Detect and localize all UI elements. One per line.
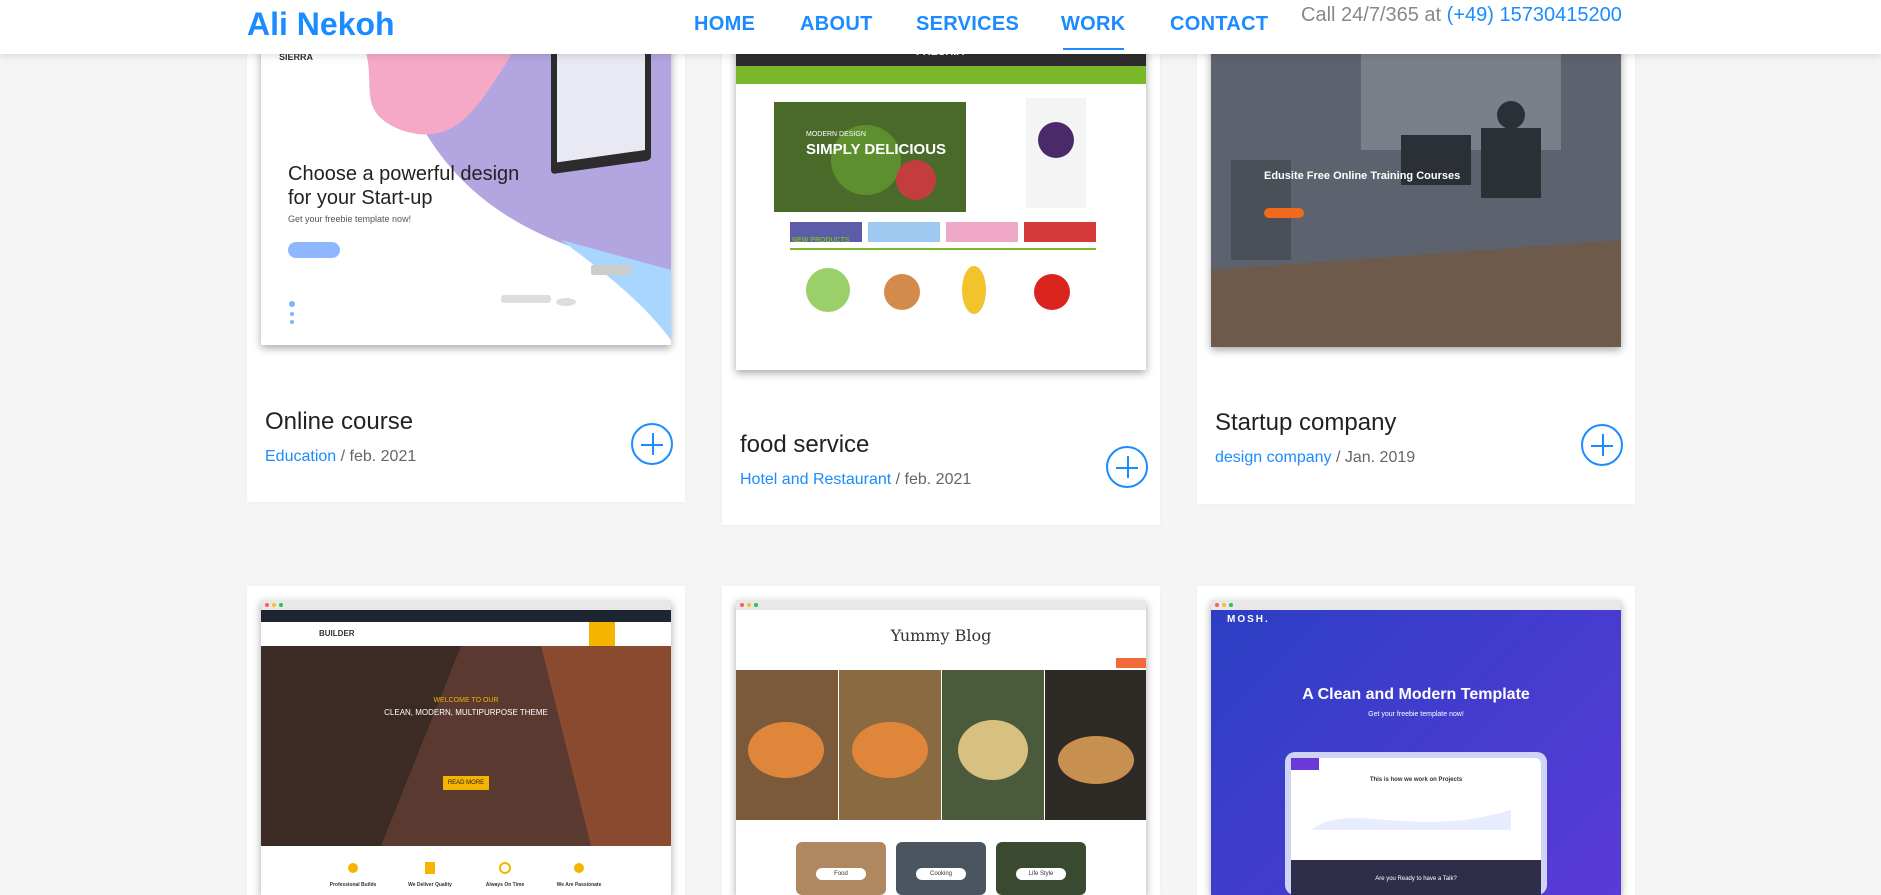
thumb-inner-title: This is how we work on Projects xyxy=(1369,777,1463,783)
project-card[interactable]: MOSH. A Clean and Modern Template Get yo… xyxy=(1197,586,1635,895)
top-navbar: Ali Nekoh HOME ABOUT SERVICES WORK CONTA… xyxy=(0,0,1881,54)
thumb-feature: Always On Time xyxy=(485,882,525,888)
brand-logo[interactable]: Ali Nekoh xyxy=(247,7,395,41)
project-thumbnail[interactable]: MOSH. A Clean and Modern Template Get yo… xyxy=(1211,600,1621,895)
project-card[interactable]: BUILDER WELCOME TO OUR CLEAN, MODERN, MU… xyxy=(247,586,685,895)
nav-about[interactable]: ABOUT xyxy=(800,13,873,35)
thumb-small: WELCOME TO OUR xyxy=(433,697,499,704)
project-date: Jan. 2019 xyxy=(1344,449,1416,466)
project-card[interactable]: Edusite Free Online Training Courses Sta… xyxy=(1197,0,1635,504)
project-title[interactable]: Online course xyxy=(265,409,413,435)
project-card[interactable]: SIERRA Choose a powerful design for your… xyxy=(247,0,685,502)
project-category[interactable]: Education xyxy=(265,448,336,465)
project-thumbnail[interactable]: BUILDER WELCOME TO OUR CLEAN, MODERN, MU… xyxy=(261,600,671,895)
thumb-headline: Choose a powerful design for your Start-… xyxy=(288,163,520,209)
project-card[interactable]: FRESHIA MODERN DESIGN SIMPLY DELICIOUS N… xyxy=(722,0,1160,525)
thumbnail-graphic xyxy=(261,600,671,874)
project-category[interactable]: Hotel and Restaurant xyxy=(740,471,891,488)
project-date: feb. 2021 xyxy=(349,448,417,465)
call-info: Call 24/7/365 at (+49) 15730415200 xyxy=(1301,4,1622,26)
project-meta: Education / feb. 2021 xyxy=(265,448,417,465)
thumb-section: NEW PRODUCTS xyxy=(792,237,850,244)
thumbnail-graphic xyxy=(736,40,1146,314)
thumb-subtitle: Get your freebie template now! xyxy=(1368,711,1464,718)
thumb-feature: We Are Passionate xyxy=(556,882,602,888)
thumb-hero: SIMPLY DELICIOUS xyxy=(806,141,947,158)
thumb-subtitle: Get your freebie template now! xyxy=(288,214,412,224)
project-title[interactable]: Startup company xyxy=(1215,410,1396,436)
phone-link[interactable]: (+49) 15730415200 xyxy=(1447,4,1622,26)
thumb-logo: Yummy Blog xyxy=(890,626,992,645)
call-prefix: Call 24/7/365 at xyxy=(1301,4,1442,26)
project-thumbnail[interactable]: SIERRA Choose a powerful design for your… xyxy=(261,40,671,345)
project-meta: design company / Jan. 2019 xyxy=(1215,449,1416,466)
project-category[interactable]: design company xyxy=(1215,449,1332,466)
thumb-tag: Life Style xyxy=(1028,871,1054,877)
thumb-feature: Professional Builds xyxy=(329,882,377,888)
project-thumbnail[interactable]: Edusite Free Online Training Courses xyxy=(1211,40,1621,347)
thumb-logo: MOSH. xyxy=(1227,614,1270,625)
thumb-tag: Cooking xyxy=(929,871,952,877)
project-thumbnail[interactable]: Yummy Blog Food Cooking Life Style xyxy=(736,600,1146,895)
nav-services[interactable]: SERVICES xyxy=(916,13,1019,35)
thumb-logo: BUILDER xyxy=(319,629,355,638)
project-title[interactable]: food service xyxy=(740,432,869,458)
nav-work[interactable]: WORK xyxy=(1061,13,1126,50)
thumb-button xyxy=(1264,208,1304,218)
project-card[interactable]: Yummy Blog Food Cooking Life Style xyxy=(722,586,1160,895)
plus-icon[interactable] xyxy=(1106,446,1148,488)
nav-contact[interactable]: CONTACT xyxy=(1170,13,1268,35)
project-date: feb. 2021 xyxy=(904,471,972,488)
thumbnail-graphic xyxy=(1211,40,1621,347)
thumb-headline: A Clean and Modern Template xyxy=(1302,686,1530,703)
thumb-button: READ MORE xyxy=(447,780,485,786)
thumb-tag: Food xyxy=(834,871,848,877)
thumb-inner-cta: Are you Ready to have a Talk? xyxy=(1375,876,1457,882)
project-thumbnail[interactable]: FRESHIA MODERN DESIGN SIMPLY DELICIOUS N… xyxy=(736,40,1146,370)
thumb-feature: We Deliver Quality xyxy=(408,882,452,888)
plus-icon[interactable] xyxy=(631,423,673,465)
thumbnail-graphic xyxy=(1211,600,1621,895)
project-meta: Hotel and Restaurant / feb. 2021 xyxy=(740,471,972,488)
thumb-headline: CLEAN, MODERN, MULTIPURPOSE THEME xyxy=(384,708,548,717)
thumb-hero-small: MODERN DESIGN xyxy=(806,131,866,138)
nav-home[interactable]: HOME xyxy=(694,13,755,35)
plus-icon[interactable] xyxy=(1581,424,1623,466)
thumb-headline: Edusite Free Online Training Courses xyxy=(1264,170,1461,182)
